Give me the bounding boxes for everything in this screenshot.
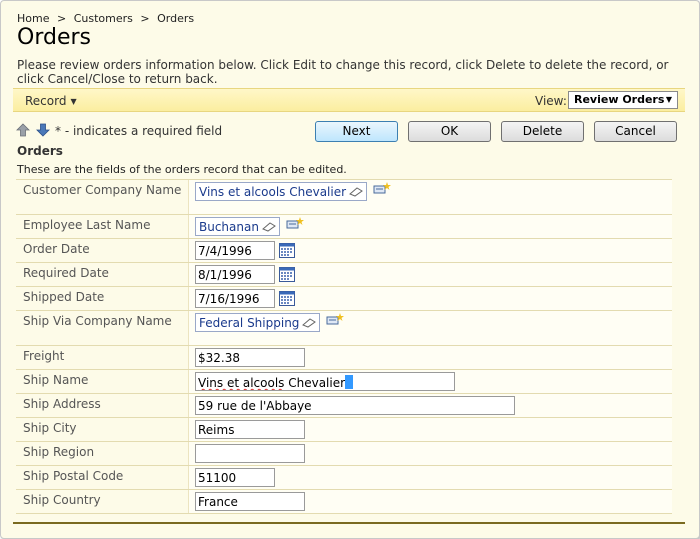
field-value: 59 rue de l'Abbaye bbox=[188, 394, 672, 417]
next-button[interactable]: Next bbox=[315, 121, 398, 142]
field-label: Ship Country bbox=[23, 493, 101, 507]
field-value: 51100 bbox=[188, 466, 672, 489]
field-row-shipped-date: Shipped Date 7/16/1996 bbox=[16, 287, 672, 311]
field-value: 7/16/1996 bbox=[188, 287, 672, 310]
ship-name-text-end: Chevalier bbox=[284, 376, 346, 390]
calendar-icon[interactable] bbox=[279, 291, 295, 306]
view-selector[interactable]: Review Orders ▼ bbox=[568, 91, 678, 109]
field-label: Ship Address bbox=[23, 397, 101, 411]
field-label: Customer Company Name bbox=[23, 183, 182, 197]
record-navigation bbox=[16, 123, 52, 140]
new-item-icon[interactable] bbox=[373, 182, 392, 194]
lookup-value: Federal Shipping bbox=[199, 316, 300, 330]
field-label: Ship Region bbox=[23, 445, 95, 459]
field-label: Required Date bbox=[23, 266, 109, 280]
arrow-down-icon[interactable] bbox=[35, 123, 50, 137]
field-label: Order Date bbox=[23, 242, 90, 256]
breadcrumb-separator: > bbox=[56, 12, 67, 25]
field-row-ship-region: Ship Region bbox=[16, 442, 672, 466]
field-row-order-date: Order Date 7/4/1996 bbox=[16, 239, 672, 263]
eraser-icon[interactable] bbox=[262, 222, 276, 232]
record-menu-label: Record bbox=[25, 94, 67, 108]
order-date-input[interactable]: 7/4/1996 bbox=[195, 241, 275, 260]
view-selector-value: Review Orders bbox=[574, 93, 665, 106]
breadcrumb-orders: Orders bbox=[157, 12, 195, 25]
field-row-ship-name: Ship Name Vins et alcools Chevalier bbox=[16, 370, 672, 394]
page-description: Please review orders information below. … bbox=[17, 58, 669, 86]
view-label: View: bbox=[535, 94, 567, 108]
field-row-ship-country: Ship Country France bbox=[16, 490, 672, 514]
ship-country-input[interactable]: France bbox=[195, 492, 305, 511]
breadcrumb-customers[interactable]: Customers bbox=[74, 12, 133, 25]
field-label: Employee Last Name bbox=[23, 218, 151, 232]
field-row-employee-last-name: Employee Last Name Buchanan bbox=[16, 215, 672, 239]
field-value: $32.38 bbox=[188, 346, 672, 369]
ok-button[interactable]: OK bbox=[408, 121, 491, 142]
required-date-input[interactable]: 8/1/1996 bbox=[195, 265, 275, 284]
field-label: Freight bbox=[23, 349, 65, 363]
record-menu[interactable]: Record ▼ bbox=[25, 94, 77, 108]
employee-lookup[interactable]: Buchanan bbox=[195, 217, 280, 236]
field-value: Reims bbox=[188, 418, 672, 441]
arrow-up-icon[interactable] bbox=[16, 123, 30, 137]
cancel-button[interactable]: Cancel bbox=[594, 121, 677, 142]
field-label: Ship Via Company Name bbox=[23, 314, 172, 328]
ship-address-input[interactable]: 59 rue de l'Abbaye bbox=[195, 396, 515, 415]
ship-region-input[interactable] bbox=[195, 444, 305, 463]
shipped-date-input[interactable]: 7/16/1996 bbox=[195, 289, 275, 308]
field-value: Vins et alcools Chevalier bbox=[188, 180, 672, 214]
footer-divider bbox=[13, 522, 685, 524]
field-row-ship-address: Ship Address 59 rue de l'Abbaye bbox=[16, 394, 672, 418]
section-description: These are the fields of the orders recor… bbox=[17, 163, 347, 176]
form-fields: Customer Company Name Vins et alcools Ch… bbox=[16, 179, 672, 514]
ship-postal-code-input[interactable]: 51100 bbox=[195, 468, 275, 487]
action-bar: Record ▼ View: Review Orders ▼ bbox=[13, 88, 685, 112]
field-row-ship-postal-code: Ship Postal Code 51100 bbox=[16, 466, 672, 490]
eraser-icon[interactable] bbox=[302, 318, 317, 328]
field-label: Ship Postal Code bbox=[23, 469, 124, 483]
section-title: Orders bbox=[17, 144, 63, 158]
field-value: Federal Shipping bbox=[188, 311, 672, 345]
caret-down-icon: ▼ bbox=[665, 95, 672, 104]
field-row-ship-city: Ship City Reims bbox=[16, 418, 672, 442]
ship-city-input[interactable]: Reims bbox=[195, 420, 305, 439]
field-label: Ship Name bbox=[23, 373, 89, 387]
field-label: Ship City bbox=[23, 421, 77, 435]
calendar-icon[interactable] bbox=[279, 267, 295, 282]
field-value bbox=[188, 442, 672, 465]
ship-via-lookup[interactable]: Federal Shipping bbox=[195, 313, 321, 332]
caret-down-icon: ▼ bbox=[70, 97, 77, 106]
field-value: France bbox=[188, 490, 672, 513]
page-title: Orders bbox=[17, 25, 91, 50]
field-value: Buchanan bbox=[188, 215, 672, 238]
breadcrumb-separator: > bbox=[140, 12, 150, 25]
field-value: Vins et alcools Chevalier bbox=[188, 370, 672, 393]
ship-name-text: Vins et alcools bbox=[198, 376, 285, 390]
field-value: 7/4/1996 bbox=[188, 239, 672, 262]
lookup-value: Vins et alcools Chevalier bbox=[199, 185, 347, 199]
freight-input[interactable]: $32.38 bbox=[195, 348, 305, 367]
lookup-value: Buchanan bbox=[199, 220, 259, 234]
eraser-icon[interactable] bbox=[349, 187, 363, 197]
text-cursor-selection bbox=[345, 375, 354, 389]
ship-name-input[interactable]: Vins et alcools Chevalier bbox=[195, 372, 455, 391]
customer-company-lookup[interactable]: Vins et alcools Chevalier bbox=[195, 182, 368, 201]
field-row-ship-via-company-name: Ship Via Company Name Federal Shipping bbox=[16, 311, 672, 346]
new-item-icon[interactable] bbox=[326, 313, 345, 325]
new-item-icon[interactable] bbox=[286, 217, 304, 229]
delete-button[interactable]: Delete bbox=[501, 121, 584, 142]
page-frame: Home > Customers > Orders Orders Please … bbox=[0, 0, 700, 539]
calendar-icon[interactable] bbox=[279, 243, 295, 258]
required-field-note: * - indicates a required field bbox=[55, 124, 223, 138]
field-row-customer-company-name: Customer Company Name Vins et alcools Ch… bbox=[16, 180, 672, 215]
field-row-required-date: Required Date 8/1/1996 bbox=[16, 263, 672, 287]
field-label: Shipped Date bbox=[23, 290, 105, 304]
field-value: 8/1/1996 bbox=[188, 263, 672, 286]
breadcrumb-home[interactable]: Home bbox=[17, 12, 49, 25]
breadcrumb: Home > Customers > Orders bbox=[17, 12, 198, 25]
field-row-freight: Freight $32.38 bbox=[16, 346, 672, 370]
